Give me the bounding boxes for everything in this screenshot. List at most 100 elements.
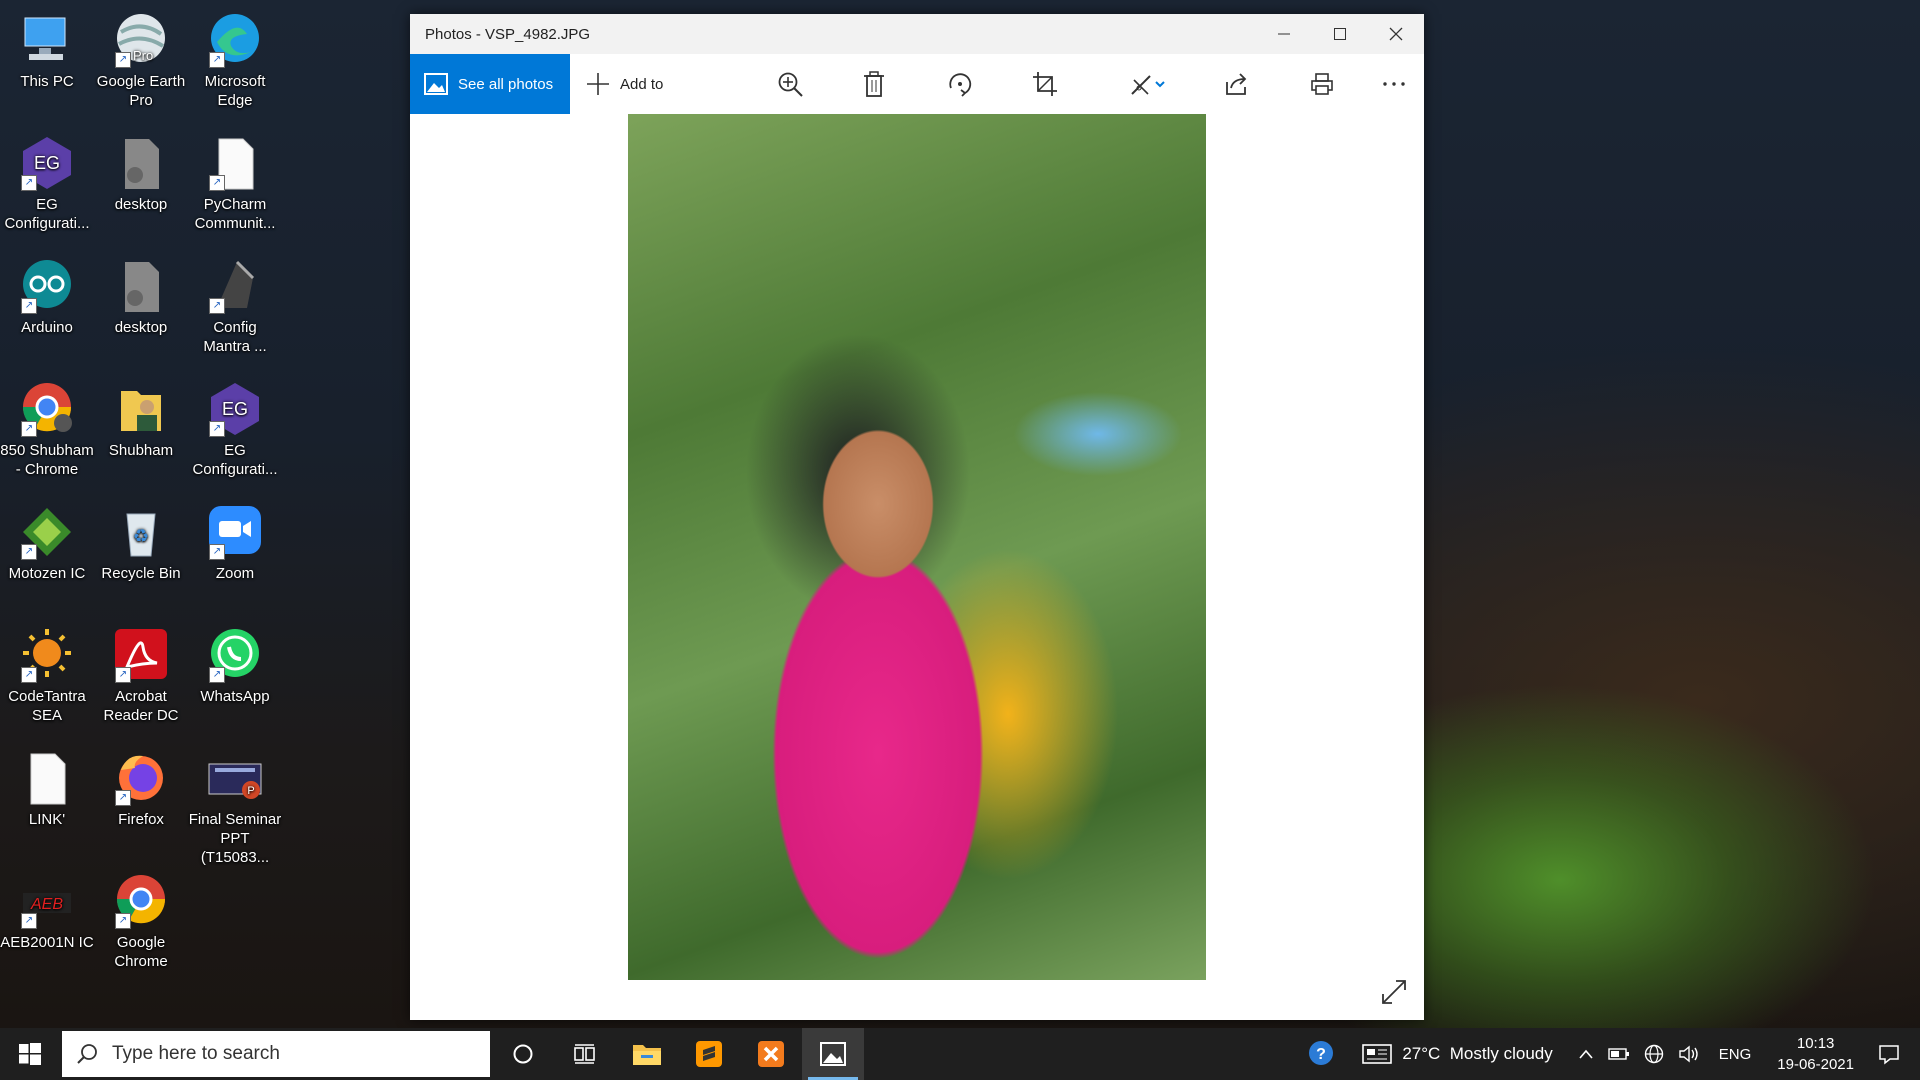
blank-file-icon [19, 750, 75, 806]
maximize-button[interactable] [1312, 14, 1368, 54]
desktop-icon-chrome-profile[interactable]: ↗ 850 Shubham - Chrome [0, 375, 94, 479]
sublime-text-icon [696, 1041, 722, 1067]
shortcut-arrow-icon: ↗ [21, 544, 37, 560]
close-button[interactable] [1368, 14, 1424, 54]
shortcut-arrow-icon: ↗ [115, 790, 131, 806]
windows-logo-icon [19, 1043, 41, 1065]
weather-widget[interactable]: 27°C Mostly cloudy [1344, 1043, 1559, 1065]
shortcut-arrow-icon: ↗ [209, 298, 225, 314]
add-to-label: Add to [620, 75, 664, 93]
shortcut-arrow-icon: ↗ [209, 175, 225, 191]
network-tray-button[interactable] [1637, 1044, 1671, 1064]
edit-create-button[interactable] [1124, 68, 1172, 100]
desktop-icon-whatsapp[interactable]: ↗ WhatsApp [188, 621, 282, 706]
print-button[interactable] [1306, 68, 1338, 100]
desktop-icon-eg-configuration-1[interactable]: EG ↗ EG Configurati... [0, 129, 94, 233]
desktop-icon-acrobat[interactable]: ↗ Acrobat Reader DC [94, 621, 188, 725]
desktop-icon-google-chrome[interactable]: ↗ Google Chrome [94, 867, 188, 971]
desktop-icon-google-earth-pro[interactable]: ↗ Pro Google Earth Pro [94, 6, 188, 110]
powerpoint-file-icon: P [207, 750, 263, 806]
fullscreen-button[interactable] [1380, 978, 1408, 1006]
shortcut-arrow-icon: ↗ [209, 52, 225, 68]
eg-configuration-icon: EG ↗ [19, 135, 75, 191]
taskbar-search-box[interactable]: Type here to search [62, 1031, 490, 1077]
desktop-icon-aeb2001n[interactable]: AEB ↗ AEB2001N IC [0, 867, 94, 952]
xampp-icon [758, 1041, 784, 1067]
delete-button[interactable] [858, 68, 890, 100]
start-button[interactable] [0, 1028, 60, 1080]
photo-image [628, 114, 1206, 980]
desktop-icon-firefox[interactable]: ↗ Firefox [94, 744, 188, 829]
sun-icon: ↗ [19, 627, 75, 683]
zoom-button[interactable] [774, 68, 806, 100]
plus-icon [587, 73, 609, 95]
chevron-up-icon [1579, 1049, 1593, 1059]
desktop-icon-microsoft-edge[interactable]: ↗ Microsoft Edge [188, 6, 282, 110]
more-options-button[interactable] [1378, 68, 1410, 100]
add-to-button[interactable]: Add to [570, 72, 663, 96]
input-language[interactable]: ENG [1707, 1046, 1764, 1063]
news-icon [1362, 1044, 1393, 1064]
desktop-icon-recycle-bin[interactable]: ♻ Recycle Bin [94, 498, 188, 583]
desktop-icon-codetantra[interactable]: ↗ CodeTantra SEA [0, 621, 94, 725]
pro-badge: Pro [133, 48, 154, 63]
ellipsis-icon [1383, 82, 1405, 86]
taskbar-photos[interactable] [802, 1028, 864, 1080]
help-icon: ? [1309, 1041, 1334, 1065]
system-tray: ? 27°C Mostly cloudy ENG 10:13 19-06-202… [1300, 1028, 1920, 1080]
maximize-icon [1334, 28, 1346, 40]
settings-file-icon [113, 135, 169, 191]
toolbar: See all photos Add to [410, 54, 1424, 114]
expand-icon [1382, 980, 1406, 1004]
desktop-icon-shubham[interactable]: Shubham [94, 375, 188, 460]
photos-icon [424, 73, 448, 95]
desktop-icon-eg-configuration-2[interactable]: EG ↗ EG Configurati... [188, 375, 282, 479]
share-button[interactable] [1220, 68, 1252, 100]
desktop-icon-motozen-ic[interactable]: ↗ Motozen IC [0, 498, 94, 583]
edit-create-icon [1131, 75, 1151, 95]
aeb2001n-icon: AEB ↗ [19, 873, 75, 929]
taskbar-file-explorer[interactable] [616, 1028, 678, 1080]
action-center-button[interactable] [1868, 1043, 1920, 1065]
volume-tray-button[interactable] [1671, 1045, 1707, 1063]
desktop-icon-this-pc[interactable]: This PC [0, 6, 94, 91]
svg-text:♻: ♻ [133, 526, 149, 546]
desktop-icon-desktop-2[interactable]: desktop [94, 252, 188, 337]
task-view-button[interactable] [554, 1028, 616, 1080]
user-folder-icon [113, 381, 169, 437]
crop-icon [1033, 72, 1057, 96]
help-tray-button[interactable]: ? [1300, 1039, 1344, 1069]
desktop-icon-config-mantra[interactable]: ↗ Config Mantra ... [188, 252, 282, 356]
see-all-photos-label: See all photos [458, 75, 554, 93]
crop-button[interactable] [1029, 68, 1061, 100]
minimize-button[interactable] [1256, 14, 1312, 54]
taskbar-sublime-text[interactable] [678, 1028, 740, 1080]
shortcut-arrow-icon: ↗ [21, 298, 37, 314]
svg-text:P: P [247, 785, 254, 797]
desktop-icon-link[interactable]: LINK' [0, 744, 94, 829]
title-bar[interactable]: Photos - VSP_4982.JPG [410, 14, 1424, 54]
desktop-icon-final-seminar-ppt[interactable]: P Final Seminar PPT (T15083... [188, 744, 282, 867]
desktop-icon-zoom[interactable]: ↗ Zoom [188, 498, 282, 583]
chrome-icon: ↗ [113, 873, 169, 929]
shortcut-arrow-icon: ↗ [209, 544, 225, 560]
desktop-icon-pycharm[interactable]: ↗ PyCharm Communit... [188, 129, 282, 233]
desktop-icon-arduino[interactable]: ↗ Arduino [0, 252, 94, 337]
google-earth-icon: ↗ Pro [113, 12, 169, 68]
photos-window: Photos - VSP_4982.JPG See all photos Add… [410, 14, 1424, 1020]
cortana-button[interactable] [492, 1028, 554, 1080]
motozen-icon: ↗ [19, 504, 75, 560]
rotate-button[interactable] [944, 68, 976, 100]
acrobat-icon: ↗ [113, 627, 169, 683]
show-hidden-icons-button[interactable] [1560, 1048, 1601, 1060]
see-all-photos-button[interactable]: See all photos [410, 54, 570, 114]
desktop-icon-desktop-1[interactable]: desktop [94, 129, 188, 214]
task-view-icon [574, 1044, 595, 1064]
taskbar-xampp[interactable] [740, 1028, 802, 1080]
clock[interactable]: 10:13 19-06-2021 [1763, 1033, 1868, 1075]
battery-tray-button[interactable] [1601, 1047, 1637, 1061]
notification-icon [1879, 1045, 1899, 1065]
share-icon [1226, 73, 1247, 95]
close-icon [1389, 27, 1403, 41]
taskbar: Type here to search ? 27°C Mostly cloudy [0, 1028, 1920, 1080]
